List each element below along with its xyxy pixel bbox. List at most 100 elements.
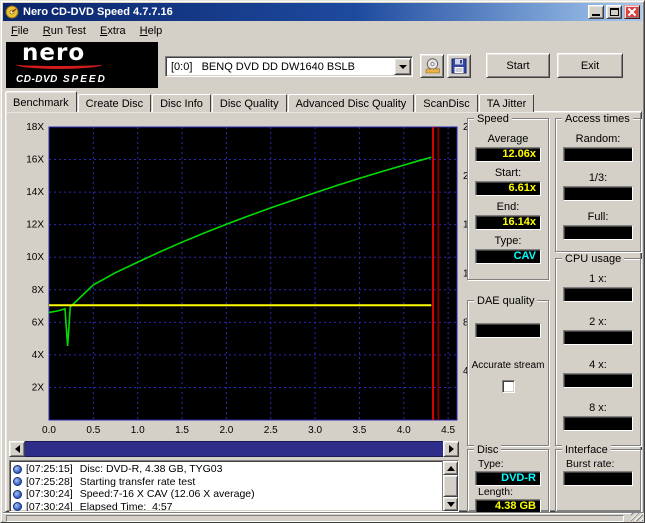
resize-grip[interactable] [631,513,643,521]
start-button[interactable]: Start [486,53,550,78]
log-info-icon [13,502,22,511]
menu-item-run-test[interactable]: Run Test [36,23,93,39]
scroll-up-button[interactable] [443,461,458,475]
x-tick-label: 4.0 [397,425,411,436]
field-label: 2 x: [589,316,607,328]
y-left-tick-label: 4X [32,350,45,361]
speed-panel-title: Speed [474,113,512,125]
tab-strip: Benchmark Create Disc Disc Info Disc Qualit… [5,91,535,112]
x-tick-label: 3.0 [308,425,322,436]
field-label: 4 x: [589,359,607,371]
save-button[interactable] [447,54,471,78]
drive-select-dropdown[interactable] [394,58,411,75]
tab-benchmark[interactable]: Benchmark [5,91,77,112]
log-timestamp: [07:30:24] [26,488,73,500]
menu-bar: File Run Test Extra Help [4,22,642,40]
status-bar [3,512,644,522]
field-value: CAV [475,249,541,264]
log-line: [07:30:24] Speed:7-16 X CAV (12.06 X aver… [13,488,440,500]
nero-logo: nero CD-DVD SPEED [6,42,158,88]
menu-item-file[interactable]: File [4,23,36,39]
log-info-icon [13,464,22,474]
tab-disc-quality[interactable]: Disc Quality [211,94,287,112]
log-timestamp: [07:25:15] [26,463,73,475]
dae-quality-panel: DAE quality Accurate stream [467,295,549,446]
log-info-icon [13,489,22,499]
field-row: Average 12.06x [468,133,548,162]
log-message: Disc: DVD-R, 4.38 GB, TYG03 [79,463,223,475]
field-value [563,147,633,162]
disc-panel: Disc Type: DVD-R Length: 4.38 GB [467,444,549,514]
field-value [563,373,633,388]
field-label: Type: [478,458,504,470]
field-value: 6.61x [475,181,541,196]
menu-item-extra[interactable]: Extra [93,23,133,39]
title-bar[interactable]: Nero CD-DVD Speed 4.7.7.16 [3,3,642,21]
y-left-tick-label: 16X [26,155,44,166]
drive-select[interactable]: [0:0] BENQ DVD DD DW1640 BSLB [165,56,413,77]
drive-select-value: [0:0] BENQ DVD DD DW1640 BSLB [171,60,356,73]
tab-advanced-disc-quality[interactable]: Advanced Disc Quality [287,94,415,112]
field-label: Full: [587,211,609,223]
log-timestamp: [07:25:28] [26,475,73,488]
field-label: Length: [478,486,514,498]
scroll-left-button[interactable] [9,441,25,457]
field-row: 4 x: [556,359,640,388]
app-window: Nero CD-DVD Speed 4.7.7.16 File Run Test E… [0,0,645,523]
chart-scrollbar [9,441,459,457]
log-panel: [07:25:15] Disc: DVD-R, 4.38 GB, TYG03 [07… [9,460,459,512]
field-row: End: 16.14x [468,201,548,230]
log-line: [07:25:15] Disc: DVD-R, 4.38 GB, TYG03 [13,463,440,475]
menu-item-help[interactable]: Help [133,23,170,39]
scroll-right-button[interactable] [443,441,459,457]
eject-button[interactable] [420,54,444,78]
field-label: Average [487,133,529,145]
arrow-left-icon [14,445,20,453]
exit-button[interactable]: Exit [557,53,623,78]
field-label: Type: [494,235,522,247]
log-timestamp: [07:30:24] [26,500,73,512]
tab-ta-jitter[interactable]: TA Jitter [478,94,535,112]
y-left-tick-label: 6X [32,317,45,328]
field-row: Type: CAV [468,235,548,264]
minimize-button[interactable] [588,5,604,19]
field-value [563,416,633,431]
tab-create-disc[interactable]: Create Disc [77,94,152,112]
floppy-icon [451,58,467,74]
tab-scandisc[interactable]: ScanDisc [415,94,478,112]
y-left-tick-label: 2X [32,382,45,393]
access-times-panel: Access times Random: 1/3: Full: [555,113,641,252]
close-button[interactable] [624,5,640,19]
chevron-down-icon [398,64,407,69]
accurate-stream-checkbox[interactable] [501,380,515,393]
field-value [563,186,633,201]
window-title: Nero CD-DVD Speed 4.7.7.16 [23,6,173,18]
benchmark-chart: 0.0 0.5 1.0 1.5 2.0 2.5 3.0 3.5 4.0 4.5 2X 4X 6X 8X 10… [26,122,467,436]
accurate-stream-label: Accurate stream [471,360,545,371]
arrow-down-icon [446,501,455,507]
tab-disc-info[interactable]: Disc Info [152,94,211,112]
x-tick-label: 1.5 [175,425,189,436]
log-scrollbar-thumb[interactable] [443,475,458,497]
log-lines: [07:25:15] Disc: DVD-R, 4.38 GB, TYG03 [07… [10,461,442,511]
x-tick-label: 4.5 [441,425,455,436]
maximize-button[interactable] [606,5,622,19]
chart-scrollbar-track[interactable] [25,441,443,457]
field-label: 1/3: [588,172,608,184]
y-left-tick-label: 8X [32,285,45,296]
logo-swoosh [16,60,102,69]
field-label: Random: [575,133,621,145]
scroll-down-button[interactable] [443,497,458,511]
field-value: 12.06x [475,147,541,162]
log-message: Starting transfer rate test [79,475,196,488]
field-label: Burst rate: [566,458,615,470]
log-message: Speed:7-16 X CAV (12.06 X average) [79,488,255,500]
cpu-usage-panel: CPU usage 1 x: 2 x: 4 x: 8 x: [555,253,641,446]
logo-product: CD-DVD SPEED [16,74,107,85]
field-label: 1 x: [589,273,607,285]
field-value: DVD-R [475,471,541,486]
interface-panel: Interface Burst rate: [555,444,641,512]
arrow-up-icon [446,465,455,471]
field-value: 16.14x [475,215,541,230]
x-tick-label: 2.5 [264,425,278,436]
